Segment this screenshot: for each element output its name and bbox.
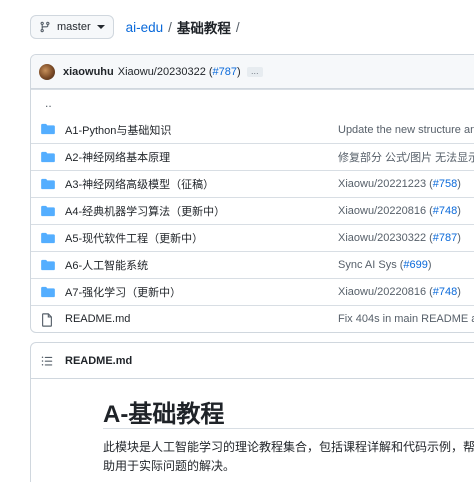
chevron-down-icon (96, 25, 105, 29)
commit-pr-link[interactable]: #748 (433, 286, 457, 298)
file-commit-message[interactable]: Update the new structure and (338, 124, 474, 136)
avatar[interactable] (39, 63, 55, 80)
breadcrumb-repo-link[interactable]: ai-edu (126, 20, 164, 35)
git-branch-icon (40, 21, 50, 33)
readme-filename[interactable]: README.md (65, 355, 132, 367)
file-commit-message[interactable]: Xiaowu/20230322 (#787) (338, 232, 461, 244)
folder-icon (41, 232, 55, 247)
file-commit-message[interactable]: Xiaowu/20220816 (#748) (338, 205, 461, 217)
file-name-link[interactable]: A6-人工智能系统 (65, 257, 148, 273)
commit-pr-link[interactable]: #787 (433, 232, 457, 244)
file-row[interactable]: README.md Fix 404s in main README and (31, 305, 474, 332)
folder-icon (41, 178, 55, 193)
file-row[interactable]: A3-神经网络高级模型（征稿） Xiaowu/20221223 (#758) (31, 170, 474, 197)
file-name-link[interactable]: A2-神经网络基本原理 (65, 149, 170, 165)
commit-pr-link[interactable]: #748 (433, 205, 457, 217)
file-list: A1-Python与基础知识 Update the new structure a… (31, 116, 474, 332)
folder-icon (41, 286, 55, 301)
file-row[interactable]: A7-强化学习（更新中） Xiaowu/20220816 (#748) (31, 278, 474, 305)
readme-body: 此模块是人工智能学习的理论教程集合，包括课程详解和代码示例，帮助用于实际问题的解… (103, 440, 474, 473)
folder-icon (41, 205, 55, 220)
breadcrumb-current-folder: 基础教程 (176, 21, 231, 36)
file-name-link[interactable]: README.md (65, 313, 130, 325)
file-commit-message[interactable]: Sync AI Sys (#699) (338, 259, 432, 271)
readme-header: README.md (31, 343, 474, 379)
expand-commit-button[interactable]: … (246, 66, 263, 77)
commit-author[interactable]: xiaowuhu (63, 66, 114, 78)
breadcrumb-separator: / (168, 19, 172, 35)
file-row[interactable]: A1-Python与基础知识 Update the new structure a… (31, 116, 474, 143)
file-row[interactable]: A5-现代软件工程（更新中） Xiaowu/20230322 (#787) (31, 224, 474, 251)
file-name-link[interactable]: A1-Python与基础知识 (65, 122, 171, 138)
parent-directory-link[interactable]: .. (31, 89, 474, 116)
folder-icon (41, 259, 55, 274)
repo-navigation: master ai-edu / 基础教程 / (30, 14, 245, 40)
commit-message[interactable]: Xiaowu/20230322 (#787) (118, 66, 241, 78)
branch-selector[interactable]: master (30, 15, 114, 39)
breadcrumb-trailing-separator: / (235, 19, 240, 35)
file-name-link[interactable]: A4-经典机器学习算法（更新中） (65, 203, 225, 219)
file-commit-message[interactable]: 修复部分 公式/图片 无法显示 ( (338, 149, 474, 165)
commit-pr-link[interactable]: #758 (433, 178, 457, 190)
commit-pr-link[interactable]: #699 (403, 259, 427, 271)
file-name-link[interactable]: A5-现代软件工程（更新中） (65, 230, 203, 246)
file-row[interactable]: A2-神经网络基本原理 修复部分 公式/图片 无法显示 ( (31, 143, 474, 170)
file-browser: xiaowuhu Xiaowu/20230322 (#787) … .. A1-… (30, 54, 474, 333)
file-commit-message[interactable]: Xiaowu/20220816 (#748) (338, 286, 461, 298)
file-commit-message[interactable]: Fix 404s in main README and (338, 313, 474, 325)
folder-icon (41, 123, 55, 138)
title-divider (103, 428, 474, 429)
file-name-link[interactable]: A7-强化学习（更新中） (65, 284, 181, 300)
file-commit-message[interactable]: Xiaowu/20221223 (#758) (338, 178, 461, 190)
commit-pr-link[interactable]: #787 (213, 66, 237, 78)
readme-title: A-基础教程 (103, 401, 225, 428)
readme-panel: README.md A-基础教程 此模块是人工智能学习的理论教程集合，包括课程详… (30, 342, 474, 482)
breadcrumb: ai-edu / 基础教程 / (126, 17, 245, 37)
file-name-link[interactable]: A3-神经网络高级模型（征稿） (65, 176, 214, 192)
folder-icon (41, 151, 55, 166)
file-icon (41, 313, 53, 330)
list-icon[interactable] (41, 355, 53, 367)
file-row[interactable]: A4-经典机器学习算法（更新中） Xiaowu/20220816 (#748) (31, 197, 474, 224)
latest-commit-bar: xiaowuhu Xiaowu/20230322 (#787) … (31, 55, 474, 89)
branch-name: master (57, 21, 91, 33)
file-row[interactable]: A6-人工智能系统 Sync AI Sys (#699) (31, 251, 474, 278)
